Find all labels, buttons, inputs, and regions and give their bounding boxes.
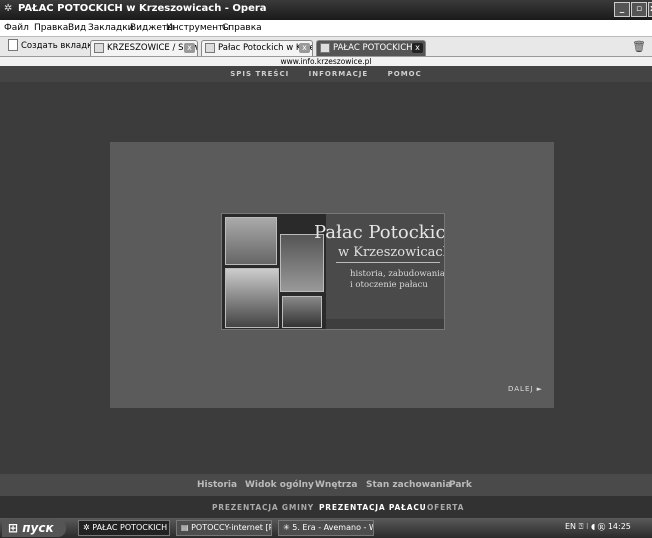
- card-description: historia, zabudowania i otoczenie pałacu: [350, 269, 445, 291]
- task-avemano[interactable]: ✳ 5. Era - Avemano - W...: [278, 520, 374, 536]
- nav-widok-ogolny[interactable]: Widok ogólny: [245, 480, 314, 490]
- new-tab-button[interactable]: Создать вкладку: [8, 39, 97, 54]
- close-tab-icon[interactable]: x: [299, 43, 310, 53]
- nav-prezentacja-gminy[interactable]: PREZENTACJA GMINY: [212, 503, 314, 512]
- page-icon: [320, 43, 330, 53]
- menu-file[interactable]: Файл: [4, 23, 29, 33]
- system-tray: EN ⍰ ⁝ ◖ Ⓡ 14:25: [565, 522, 631, 532]
- new-tab-label: Создать вкладку: [21, 41, 98, 51]
- browser-window: ✲ PAŁAC POTOCKICH w Krzeszowicach - Oper…: [0, 0, 652, 538]
- nav-spis-tresci[interactable]: SPIS TREŚCI: [230, 70, 289, 78]
- page-icon: [205, 43, 215, 53]
- card-footer: [326, 319, 444, 329]
- nav-pomoc[interactable]: POMOC: [388, 70, 422, 78]
- palace-photo: [225, 217, 277, 265]
- trash-icon[interactable]: 🗑: [632, 40, 650, 54]
- title-bar: ✲ PAŁAC POTOCKICH w Krzeszowicach - Oper…: [0, 0, 652, 20]
- menu-view[interactable]: Вид: [68, 23, 86, 33]
- page-icon: [94, 43, 104, 53]
- tray-app-icon[interactable]: Ⓡ: [598, 522, 608, 531]
- menu-help[interactable]: Справка: [222, 23, 262, 33]
- window-title: PAŁAC POTOCKICH w Krzeszowicach - Opera: [18, 3, 267, 14]
- opera-icon: ✲: [4, 3, 13, 14]
- language-indicator[interactable]: EN: [565, 522, 576, 531]
- tab-bar: Создать вкладку KRZESZOWICE / Serwis I..…: [0, 37, 652, 57]
- tab-palac-potockich[interactable]: Pałac Potockich w Krzesz... x: [201, 40, 313, 56]
- card-subtitle: w Krzeszowicach: [338, 245, 445, 260]
- minimize-button[interactable]: _: [614, 2, 630, 17]
- menu-bookmarks[interactable]: Закладки: [88, 23, 134, 33]
- page-content: SPIS TREŚCI INFORMACJE POMOC Pałac Potoc…: [0, 66, 652, 518]
- nav-park[interactable]: Park: [449, 480, 472, 490]
- nav-stan-zachowania[interactable]: Stan zachowania: [366, 480, 452, 490]
- section-nav: Historia Widok ogólny Wnętrza Stan zacho…: [0, 474, 652, 496]
- palace-photo: [282, 296, 322, 328]
- top-nav: SPIS TREŚCI INFORMACJE POMOC: [0, 66, 652, 82]
- help-icon[interactable]: ⍰: [579, 522, 586, 531]
- start-button[interactable]: ⊞ пуск: [2, 519, 66, 537]
- main-nav: PREZENTACJA GMINY PREZENTACJA PAŁACU OFE…: [0, 496, 652, 518]
- volume-icon[interactable]: ◖: [591, 522, 598, 531]
- menu-bar: Файл Правка Вид Закладки Виджеты Инструм…: [0, 20, 652, 37]
- nav-oferta[interactable]: OFERTA: [427, 503, 464, 512]
- desc-line: i otoczenie pałacu: [350, 280, 428, 290]
- media-icon: ✳: [283, 523, 293, 532]
- menu-tools[interactable]: Инструменты: [166, 23, 230, 33]
- task-label: PAŁAC POTOCKICH ...: [92, 523, 170, 532]
- nav-wnetrza[interactable]: Wnętrza: [315, 480, 358, 490]
- desc-line: historia, zabudowania: [350, 269, 445, 279]
- divider: [336, 262, 440, 263]
- windows-logo-icon: ⊞: [8, 521, 23, 535]
- clock: 14:25: [607, 522, 631, 531]
- taskbar: ⊞ пуск ✲ PAŁAC POTOCKICH ... ▤ POTOCCY-i…: [0, 518, 652, 538]
- nav-prezentacja-palacu[interactable]: PREZENTACJA PAŁACU: [319, 503, 427, 512]
- close-tab-icon[interactable]: x: [412, 43, 423, 53]
- start-label: пуск: [22, 521, 54, 535]
- presentation-stage: Pałac Potockich w Krzeszowicach historia…: [110, 142, 554, 408]
- task-opera[interactable]: ✲ PAŁAC POTOCKICH ...: [78, 520, 170, 536]
- task-label: POTOCCY-internet [P...: [191, 523, 272, 532]
- task-potoccy[interactable]: ▤ POTOCCY-internet [P...: [176, 520, 272, 536]
- address-bar[interactable]: www.info.krzeszowice.pl: [0, 57, 652, 66]
- close-tab-icon[interactable]: x: [184, 43, 195, 53]
- card-title: Pałac Potockich: [314, 222, 445, 243]
- tab-krzeszowice[interactable]: KRZESZOWICE / Serwis I... x: [90, 40, 198, 56]
- nav-informacje[interactable]: INFORMACJE: [309, 70, 369, 78]
- menu-edit[interactable]: Правка: [34, 23, 68, 33]
- new-tab-icon: [8, 39, 18, 51]
- close-button[interactable]: x: [648, 2, 652, 17]
- maximize-button[interactable]: ▫: [631, 2, 647, 17]
- document-icon: ▤: [181, 523, 192, 532]
- next-button[interactable]: DALEJ ►: [508, 385, 543, 393]
- task-label: 5. Era - Avemano - W...: [292, 523, 373, 532]
- opera-icon: ✲: [83, 523, 93, 532]
- photo-collage: [222, 214, 326, 329]
- nav-historia[interactable]: Historia: [197, 480, 237, 490]
- palace-photo: [225, 268, 279, 328]
- title-card: Pałac Potockich w Krzeszowicach historia…: [221, 213, 445, 330]
- tab-palac-active[interactable]: PAŁAC POTOCKICH w Kr... x: [316, 40, 426, 56]
